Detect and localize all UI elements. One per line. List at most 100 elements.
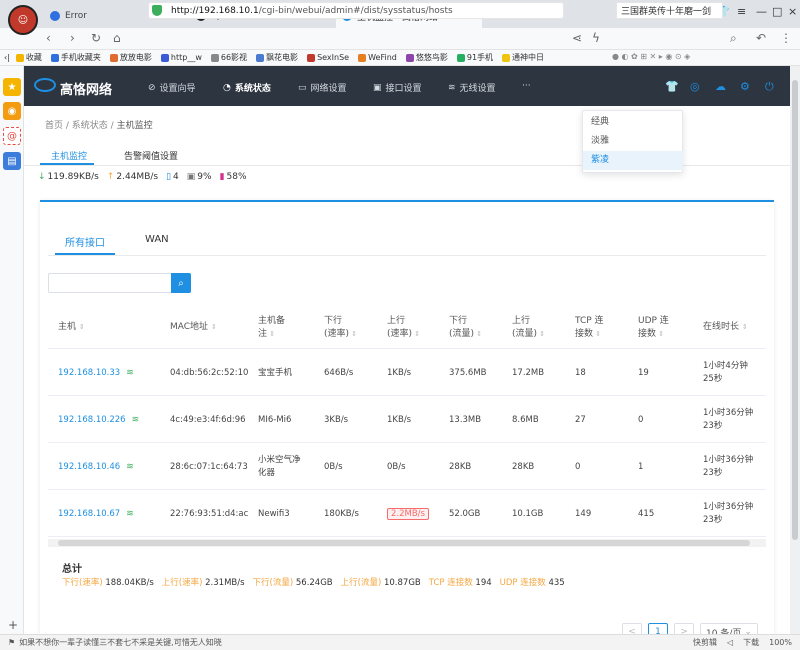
ip-text: 192.168.10.33: [58, 368, 121, 378]
tab-alert-threshold[interactable]: 告警阈值设置: [124, 149, 178, 162]
theme-shirt-icon[interactable]: 👕: [665, 80, 679, 93]
search-icon[interactable]: ⌕: [730, 31, 737, 46]
bookmark-item[interactable]: 放放电影: [109, 52, 152, 63]
wifi-icon: ≋: [126, 462, 134, 472]
bookmark-item[interactable]: 悠悠鸟影: [405, 52, 448, 63]
cell-online: 1小时36分钟 23秒: [703, 455, 754, 478]
col-tcp[interactable]: TCP 连 接数 ⇕: [575, 315, 604, 341]
home-icon[interactable]: ⌂: [113, 31, 121, 45]
minimize-icon[interactable]: —: [756, 5, 767, 18]
url-field[interactable]: http://192.168.10.1/cgi-bin/webui/admin#…: [148, 2, 564, 19]
undo-icon[interactable]: ↶: [756, 31, 766, 45]
maximize-icon[interactable]: □: [772, 5, 782, 18]
col-up-traffic[interactable]: 上行 (流量) ⇕: [512, 315, 545, 341]
download-button[interactable]: 下载: [743, 637, 759, 648]
nav-system-status[interactable]: ◔ 系统状态: [223, 81, 271, 95]
menu-icon[interactable]: ≡: [737, 5, 746, 18]
bookmarks-back-icon[interactable]: ‹|: [4, 53, 10, 62]
cell-udp: 415: [638, 509, 655, 519]
host-ip-link[interactable]: 192.168.10.46 ≋: [58, 461, 134, 474]
bookmark-icon: [256, 53, 265, 62]
nav-more[interactable]: ···: [522, 81, 531, 91]
cloud-upload-icon[interactable]: ☁: [715, 80, 726, 93]
back-icon[interactable]: ‹: [46, 31, 51, 45]
sidebar-add-icon[interactable]: +: [8, 618, 18, 632]
nav-label: ···: [522, 81, 531, 91]
bookmark-item[interactable]: SexInSe: [307, 53, 349, 62]
col-down-traffic[interactable]: 下行 (流量) ⇕: [449, 315, 482, 341]
breadcrumb-home[interactable]: 首页: [45, 121, 63, 131]
bookmark-item[interactable]: http__w: [160, 53, 202, 62]
nav-wireless-settings[interactable]: ≋ 无线设置: [448, 81, 496, 95]
nav-interface-settings[interactable]: ▣ 接口设置: [373, 81, 422, 95]
cell-note[interactable]: 小米空气净 化器: [258, 454, 301, 480]
host-search-button[interactable]: ⌕: [171, 273, 191, 293]
host-ip-link[interactable]: 192.168.10.67 ≋: [58, 508, 134, 521]
summary-label: 下行(速率): [62, 578, 103, 588]
theme-dropdown: 经典 淡雅 紫凌: [582, 110, 683, 173]
close-window-icon[interactable]: ×: [788, 5, 797, 18]
cell-online: 1小时36分钟 23秒: [703, 408, 754, 431]
col-up-rate[interactable]: 上行 (速率) ⇕: [387, 315, 420, 341]
forward-icon[interactable]: ›: [70, 31, 75, 45]
theme-option-purple[interactable]: 紫凌: [583, 151, 683, 170]
bookmark-item[interactable]: 91手机: [456, 52, 493, 63]
bookmark-item[interactable]: 66影视: [210, 52, 247, 63]
col-note[interactable]: 主机备 注 ⇕: [258, 315, 285, 341]
host-search-input[interactable]: [48, 273, 172, 293]
tab-all-interfaces[interactable]: 所有接口: [65, 234, 105, 249]
zoom-level[interactable]: 100%: [769, 638, 792, 647]
search-field[interactable]: 三国群英传十年磨一剑: [616, 2, 723, 19]
quick-clip-button[interactable]: 快剪辑: [693, 637, 717, 648]
col-online[interactable]: 在线时长 ⇕: [703, 321, 748, 334]
breadcrumb-system-status[interactable]: 系统状态: [72, 121, 108, 131]
tab-host-monitor[interactable]: 主机监控: [51, 149, 87, 162]
col-down-rate[interactable]: 下行 (速率) ⇕: [324, 315, 357, 341]
tab-wan[interactable]: WAN: [145, 234, 169, 245]
reload-icon[interactable]: ↻: [91, 31, 101, 45]
globe-icon[interactable]: ◎: [690, 80, 700, 93]
stat-upload: ↑ 2.44MB/s: [107, 172, 158, 182]
cell-note[interactable]: MI6-Mi6: [258, 414, 291, 427]
col-mac[interactable]: MAC地址 ⇕: [170, 321, 217, 334]
bookmark-icon: [210, 53, 219, 62]
cell-online: 1小时4分钟 25秒: [703, 361, 748, 384]
weibo-icon[interactable]: ◉: [3, 102, 21, 120]
cell-note[interactable]: 宝宝手机: [258, 367, 292, 380]
share-icon[interactable]: ⋖: [572, 31, 582, 45]
settings-gear-icon[interactable]: ⚙: [740, 80, 750, 93]
sort-icon: ⇕: [78, 323, 85, 331]
bookmark-item[interactable]: 收藏: [15, 52, 42, 63]
host-ip-link[interactable]: 192.168.10.33 ≋: [58, 367, 134, 380]
summary-label: TCP 连接数: [428, 578, 473, 588]
sort-icon: ⇕: [267, 330, 276, 338]
theme-option-elegant[interactable]: 淡雅: [583, 132, 683, 151]
speaker-icon[interactable]: ◁: [727, 638, 733, 647]
page-scrollbar-thumb[interactable]: [792, 80, 798, 540]
nav-setup-wizard[interactable]: ⊘ 设置向导: [148, 81, 196, 95]
col-label: 主机: [58, 322, 77, 332]
at-icon[interactable]: @: [3, 127, 21, 145]
col-label: 上行 (速率): [387, 316, 413, 339]
document-icon[interactable]: ▤: [3, 152, 21, 170]
user-avatar[interactable]: ☺: [8, 5, 38, 35]
status-ticker[interactable]: 如果不想你一辈子读懂三不套七不采是关键,可惜无人知晓: [19, 637, 222, 648]
brand-name[interactable]: 高恪网络: [60, 79, 112, 98]
more-icon[interactable]: ⋮: [780, 31, 792, 45]
cell-note[interactable]: Newifi3: [258, 508, 290, 521]
stat-cpu: ▣ 9%: [187, 172, 212, 182]
bookmark-item[interactable]: 手机收藏夹: [50, 52, 101, 63]
nav-network-settings[interactable]: ▭ 网络设置: [298, 81, 347, 95]
power-icon[interactable]: ⏻: [765, 80, 774, 94]
bookmark-item[interactable]: 通神中日: [502, 52, 544, 63]
col-host[interactable]: 主机 ⇕: [58, 321, 85, 334]
favorites-star-icon[interactable]: ★: [3, 78, 21, 96]
lightning-icon[interactable]: ϟ: [592, 31, 600, 45]
theme-option-classic[interactable]: 经典: [583, 113, 683, 132]
extension-icons[interactable]: ● ◐ ✿ ⊞ ✕ ▸ ◉ ⊙ ◈: [612, 52, 690, 61]
table-scrollbar-thumb[interactable]: [58, 540, 750, 546]
host-ip-link[interactable]: 192.168.10.226 ≋: [58, 414, 139, 427]
bookmark-item[interactable]: WeFind: [358, 53, 397, 62]
bookmark-item[interactable]: 飘花电影: [256, 52, 298, 63]
col-udp[interactable]: UDP 连 接数 ⇕: [638, 315, 669, 341]
